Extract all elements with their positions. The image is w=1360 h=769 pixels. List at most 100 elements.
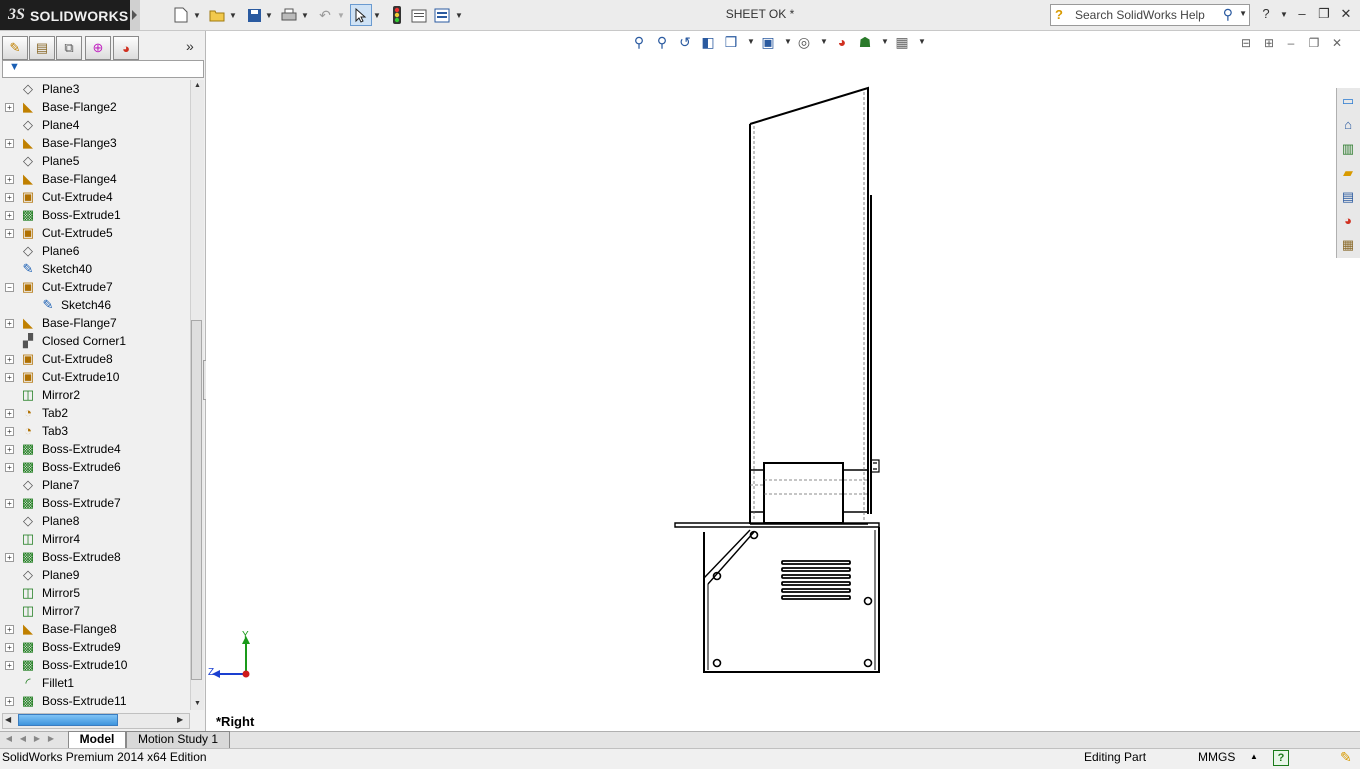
viewport-restore-icon[interactable]: ❐	[1304, 36, 1324, 52]
tree-item[interactable]: + ◔ Tab2	[0, 404, 190, 422]
previous-view-icon[interactable]: ↺	[674, 34, 696, 54]
tree-item[interactable]: + ▩ Boss-Extrude9	[0, 638, 190, 656]
undo-icon[interactable]: ↶	[314, 4, 336, 26]
tree-item[interactable]: + ▩ Boss-Extrude4	[0, 440, 190, 458]
open-icon[interactable]	[206, 4, 228, 26]
dimxpert-manager-tab-icon[interactable]: ⊕	[85, 36, 111, 60]
expand-icon[interactable]: +	[5, 355, 14, 364]
tree-item[interactable]: ◇ Plane7	[0, 476, 190, 494]
tree-item[interactable]: + ▩ Boss-Extrude1	[0, 206, 190, 224]
scroll-down-icon[interactable]: ▼	[194, 700, 201, 707]
expand-icon[interactable]: +	[5, 625, 14, 634]
tree-item[interactable]: + ▩ Boss-Extrude10	[0, 656, 190, 674]
view-orientation-icon[interactable]: ❒	[720, 34, 742, 54]
expand-icon[interactable]: +	[5, 661, 14, 670]
property-manager-tab-icon[interactable]: ▤	[29, 36, 55, 60]
expand-icon[interactable]: +	[5, 175, 14, 184]
first-tab-icon[interactable]: ◀	[4, 734, 14, 746]
tab-model[interactable]: Model	[68, 731, 126, 749]
status-units[interactable]: MMGS	[1198, 750, 1235, 764]
apply-scene-icon[interactable]: ☗	[854, 34, 876, 54]
select-dropdown-icon[interactable]: ▼	[373, 4, 381, 26]
tree-item[interactable]: ◇ Plane4	[0, 116, 190, 134]
tree-item[interactable]: + ▩ Boss-Extrude11	[0, 692, 190, 710]
new-document-icon[interactable]	[170, 4, 192, 26]
expand-icon[interactable]: +	[5, 139, 14, 148]
tree-item[interactable]: + ▣ Cut-Extrude10	[0, 368, 190, 386]
solidworks-resources-icon[interactable]: ▭	[1338, 91, 1358, 111]
tree-item[interactable]: + ◔ Tab3	[0, 422, 190, 440]
new-dropdown-icon[interactable]: ▼	[193, 4, 201, 26]
tree-item[interactable]: + ◣ Base-Flange2	[0, 98, 190, 116]
tab-motion-study[interactable]: Motion Study 1	[126, 731, 230, 749]
search-dropdown-icon[interactable]: ▼	[1239, 9, 1247, 18]
tree-item[interactable]: + ▣ Cut-Extrude5	[0, 224, 190, 242]
expand-icon[interactable]: +	[5, 211, 14, 220]
save-icon[interactable]	[243, 4, 265, 26]
tile-vertical-icon[interactable]: ⊞	[1259, 36, 1279, 52]
appearances-scenes-icon[interactable]: ◕	[1338, 211, 1358, 231]
zoom-to-area-icon[interactable]: ⚲	[651, 34, 673, 54]
feature-manager-tab-icon[interactable]: ✎	[2, 36, 28, 60]
print-dropdown-icon[interactable]: ▼	[301, 4, 309, 26]
expand-icon[interactable]: +	[5, 103, 14, 112]
tree-horizontal-scroll-thumb[interactable]	[18, 714, 118, 726]
tree-filter-input[interactable]: ▼	[2, 60, 204, 78]
hide-show-items-icon[interactable]: ◎	[793, 34, 815, 54]
tree-item[interactable]: + ▩ Boss-Extrude6	[0, 458, 190, 476]
tree-item[interactable]: ◫ Mirror4	[0, 530, 190, 548]
tree-item[interactable]: ▞ Closed Corner1	[0, 332, 190, 350]
tree-item[interactable]: ◫ Mirror2	[0, 386, 190, 404]
file-properties-icon[interactable]	[408, 4, 430, 26]
previous-tab-icon[interactable]: ◀	[18, 734, 28, 746]
tree-item[interactable]: − ▣ Cut-Extrude7	[0, 278, 190, 296]
tree-item[interactable]: ◫ Mirror7	[0, 602, 190, 620]
home-icon[interactable]: ⌂	[1338, 115, 1358, 135]
tree-item[interactable]: + ◣ Base-Flange7	[0, 314, 190, 332]
scroll-right-icon[interactable]: ▶	[177, 715, 183, 724]
expand-icon[interactable]: +	[5, 427, 14, 436]
expand-icon[interactable]: +	[5, 193, 14, 202]
rebuild-icon[interactable]	[386, 4, 408, 26]
view-settings-dropdown-icon[interactable]: ▼	[911, 37, 933, 57]
configuration-manager-tab-icon[interactable]: ⧉	[56, 36, 82, 60]
expand-icon[interactable]: +	[5, 553, 14, 562]
design-library-icon[interactable]: ▥	[1338, 139, 1358, 159]
restore-icon[interactable]: ❐	[1314, 6, 1334, 22]
tree-vertical-scroll-thumb[interactable]	[191, 320, 202, 680]
part-model-right-view[interactable]	[660, 80, 900, 680]
menu-flyout-arrow[interactable]	[130, 0, 140, 30]
tree-item[interactable]: + ▩ Boss-Extrude8	[0, 548, 190, 566]
viewport-close-icon[interactable]: ✕	[1327, 36, 1347, 52]
tree-item[interactable]: + ◣ Base-Flange8	[0, 620, 190, 638]
select-icon[interactable]	[350, 4, 372, 26]
next-tab-icon[interactable]: ▶	[32, 734, 42, 746]
section-view-icon[interactable]: ◧	[697, 34, 719, 54]
collapse-icon[interactable]: −	[5, 283, 14, 292]
save-dropdown-icon[interactable]: ▼	[265, 4, 273, 26]
quick-tips-icon[interactable]: ?	[1273, 750, 1289, 766]
options-dropdown-icon[interactable]: ▼	[455, 4, 463, 26]
tree-item[interactable]: ◇ Plane6	[0, 242, 190, 260]
expand-tabs-icon[interactable]: »	[186, 38, 194, 54]
view-palette-icon[interactable]: ▤	[1338, 187, 1358, 207]
tree-item[interactable]: ◇ Plane3	[0, 80, 190, 98]
tree-item[interactable]: ◜ Fillet1	[0, 674, 190, 692]
tree-item[interactable]: + ◣ Base-Flange4	[0, 170, 190, 188]
scroll-left-icon[interactable]: ◀	[5, 715, 11, 724]
tile-horizontal-icon[interactable]: ⊟	[1236, 36, 1256, 52]
viewport-minimize-icon[interactable]: –	[1281, 36, 1301, 52]
scroll-up-icon[interactable]: ▲	[194, 82, 201, 89]
expand-icon[interactable]: +	[5, 697, 14, 706]
tree-item[interactable]: ◇ Plane5	[0, 152, 190, 170]
tree-item[interactable]: + ▣ Cut-Extrude8	[0, 350, 190, 368]
solidworks-logo[interactable]: 3S SOLIDWORKS	[0, 0, 130, 30]
last-tab-icon[interactable]: ▶	[46, 734, 56, 746]
view-settings-icon[interactable]: ▦	[891, 34, 913, 54]
display-style-icon[interactable]: ▣	[757, 34, 779, 54]
minimize-icon[interactable]: –	[1292, 6, 1312, 22]
units-up-icon[interactable]: ▲	[1250, 752, 1258, 761]
help-dropdown-icon[interactable]: ▼	[1274, 10, 1294, 26]
undo-dropdown-icon[interactable]: ▼	[337, 4, 345, 26]
search-icon[interactable]: ⚲	[1223, 6, 1233, 23]
